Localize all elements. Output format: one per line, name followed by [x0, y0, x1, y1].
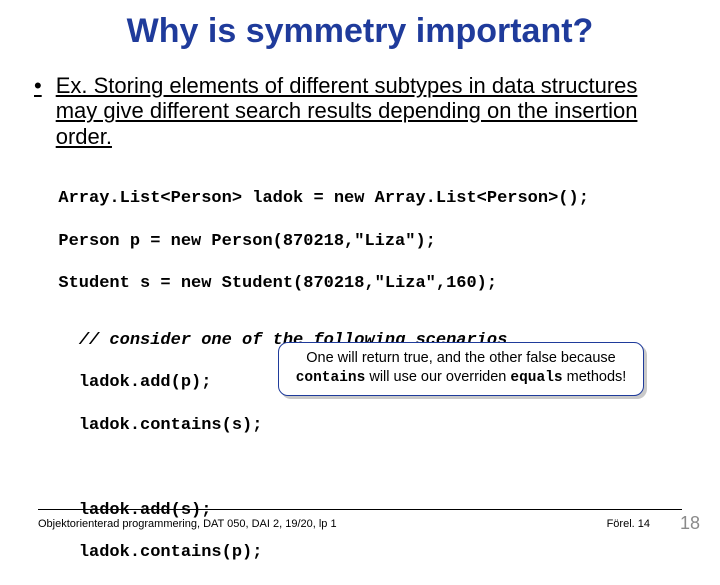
code-line: ladok.contains(s);	[79, 416, 263, 435]
callout-code-word: contains	[296, 370, 366, 386]
code-line: Array.List<Person> ladok = new Array.Lis…	[58, 189, 589, 208]
bullet-dot: •	[34, 73, 42, 99]
code-line: Student s = new Student(870218,"Liza",16…	[58, 274, 497, 293]
callout-text: One will return true, and the other fals…	[306, 350, 616, 366]
lower-area: // consider one of the following scenari…	[38, 308, 682, 584]
page-number: 18	[680, 513, 700, 534]
footer-rule	[38, 509, 682, 510]
footer-right: Förel. 14	[607, 518, 650, 530]
bullet-text: Ex. Storing elements of different subtyp…	[56, 73, 682, 149]
callout-code-word: equals	[510, 370, 562, 386]
slide-title: Why is symmetry important?	[38, 12, 682, 51]
callout-box: One will return true, and the other fals…	[278, 342, 644, 395]
footer-left: Objektorienterad programmering, DAT 050,…	[38, 518, 337, 530]
callout-text: will use our overriden	[365, 369, 510, 385]
code-line: Person p = new Person(870218,"Liza");	[58, 232, 435, 251]
code-line: ladok.contains(p);	[79, 543, 263, 562]
callout-text: methods!	[563, 369, 627, 385]
bullet-item: • Ex. Storing elements of different subt…	[38, 73, 682, 149]
code-line: ladok.add(p);	[79, 373, 212, 392]
code-line: ladok.add(s);	[79, 501, 212, 520]
code-block-initial: Array.List<Person> ladok = new Array.Lis…	[38, 167, 682, 295]
